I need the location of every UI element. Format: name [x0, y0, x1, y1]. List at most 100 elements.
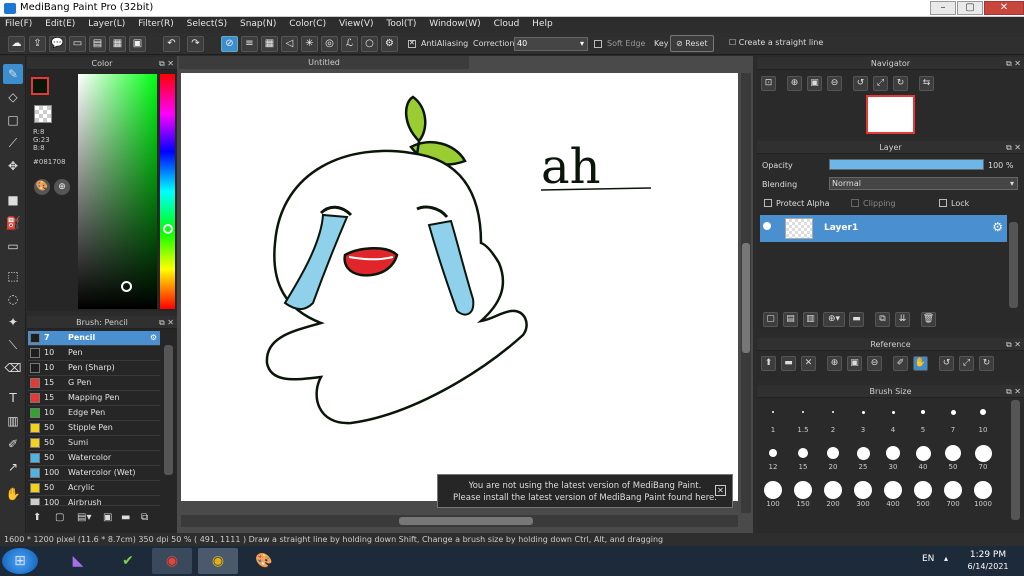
menu-filter[interactable]: Filter(R) [133, 17, 179, 29]
saturation-value-picker[interactable] [78, 74, 157, 309]
brush-item[interactable]: 50 Watercolor [28, 451, 160, 466]
menu-layer[interactable]: Layer(L) [83, 17, 130, 29]
layer-row[interactable]: Layer1 ⚙ [760, 215, 1007, 242]
protect-alpha-checkbox[interactable] [764, 199, 772, 207]
actual-size-icon[interactable]: ▣ [807, 76, 822, 91]
clipboard-app-icon[interactable]: ✔ [108, 548, 148, 574]
reference-zoom-in-icon[interactable]: ⊕ [827, 356, 842, 371]
lasso-tool-icon[interactable]: ◌ [3, 289, 23, 309]
brush-size-option[interactable] [827, 447, 839, 459]
straight-line-checkbox[interactable]: ☐ Create a straight line [724, 35, 828, 52]
undo-icon[interactable]: ↶ [163, 36, 180, 52]
gear-icon[interactable]: ⚙ [992, 220, 1003, 234]
antialiasing-checkbox[interactable] [408, 39, 416, 48]
zoom-out-icon[interactable]: ⊖ [827, 76, 842, 91]
panel-close-icon[interactable]: ⧉ ✕ [159, 57, 174, 70]
menu-window[interactable]: Window(W) [424, 17, 485, 29]
fit-window-icon[interactable]: ⤢ [873, 76, 888, 91]
operation-tool-icon[interactable]: ↗ [3, 457, 23, 477]
redo-icon[interactable]: ↷ [187, 36, 204, 52]
reference-rotate-right-icon[interactable]: ↻ [979, 356, 994, 371]
brush-item[interactable]: 50 Acrylic [28, 481, 160, 496]
curve-snap-icon[interactable]: ℒ [341, 36, 358, 52]
minimize-button[interactable]: – [930, 1, 956, 15]
sv-cursor[interactable] [121, 281, 132, 292]
panel-close-icon[interactable]: ⧉ ✕ [1006, 141, 1021, 154]
canvas-hscroll[interactable] [181, 515, 738, 527]
brush-size-option[interactable] [945, 445, 961, 461]
menu-snap[interactable]: Snap(N) [235, 17, 281, 29]
chrome-icon[interactable]: ◉ [152, 548, 192, 574]
open-reference-icon[interactable]: ▬ [781, 356, 796, 371]
blending-select[interactable]: Normal ▾ [829, 177, 1018, 190]
brush-size-option[interactable] [798, 448, 808, 458]
paint-icon[interactable]: 🎨 [244, 548, 284, 574]
softedge-checkbox[interactable] [594, 40, 602, 48]
brush-item[interactable]: 10 Edge Pen [28, 406, 160, 421]
new-layer-icon[interactable]: ▢ [763, 312, 778, 327]
reset-button[interactable]: ⊘ Reset [670, 35, 714, 52]
bucket-tool-icon[interactable]: ⛽ [3, 213, 23, 233]
medibang-icon[interactable]: ◉ [198, 548, 238, 574]
ring-snap-icon[interactable]: ○ [361, 36, 378, 52]
merge-layer-icon[interactable]: ⇊ [895, 312, 910, 327]
close-button[interactable]: ✕ [984, 1, 1024, 15]
brush-tool-icon[interactable]: ✎ [3, 64, 23, 84]
brush-item[interactable]: 50 Stipple Pen [28, 421, 160, 436]
folder-icon[interactable]: ▬ [849, 312, 864, 327]
brush-size-option[interactable] [950, 409, 956, 415]
close-icon[interactable]: ✕ [715, 485, 726, 496]
select-eraser-tool-icon[interactable]: ⌫ [3, 358, 23, 378]
brush-item[interactable]: 15 G Pen [28, 376, 160, 391]
brush-item[interactable]: 50 Sumi [28, 436, 160, 451]
brush-menu-icon[interactable]: ▤▾ [77, 512, 91, 523]
hue-cursor[interactable] [163, 224, 173, 234]
brush-size-option[interactable] [914, 481, 932, 499]
palette-icon[interactable]: 🎨 [34, 179, 50, 195]
brush-size-option[interactable] [794, 481, 812, 499]
share-icon[interactable]: ⇪ [29, 36, 46, 52]
move-tool-icon[interactable]: ✥ [3, 156, 23, 176]
brush-item[interactable]: 100 Watercolor (Wet) [28, 466, 160, 481]
duplicate-icon[interactable]: ⧉ [141, 512, 148, 523]
brush-size-option[interactable] [769, 449, 777, 457]
brush-item[interactable]: 100 Airbrush [28, 496, 160, 506]
correction-select[interactable]: 40 ▾ [514, 37, 588, 51]
hscroll-thumb[interactable] [399, 517, 533, 525]
layer-scrollbar[interactable] [1009, 222, 1018, 308]
language-indicator[interactable]: EN [922, 554, 934, 564]
brush-item[interactable]: 7 Pencil ⚙ [28, 331, 160, 346]
brush-size-option[interactable] [980, 409, 986, 415]
panel-close-icon[interactable]: ⧉ ✕ [1006, 57, 1021, 70]
vscroll-thumb[interactable] [742, 243, 750, 353]
brush-item[interactable]: 15 Mapping Pen [28, 391, 160, 406]
reference-zoom-out-icon[interactable]: ⊖ [867, 356, 882, 371]
hand-tool-icon[interactable]: ✋ [3, 484, 23, 504]
brush-size-option[interactable] [764, 481, 782, 499]
flip-icon[interactable]: ⇆ [919, 76, 934, 91]
grid-snap-icon[interactable]: ▦ [261, 36, 278, 52]
brush-size-option[interactable] [974, 481, 992, 499]
load-reference-icon[interactable]: ⬆ [761, 356, 776, 371]
menu-tool[interactable]: Tool(T) [381, 17, 421, 29]
brush-size-option[interactable] [886, 446, 900, 460]
brush-size-option[interactable] [772, 411, 774, 413]
divide-tool-icon[interactable]: ▥ [3, 411, 23, 431]
menu-color[interactable]: Color(C) [284, 17, 331, 29]
reference-rotate-left-icon[interactable]: ↺ [939, 356, 954, 371]
delete-layer-icon[interactable]: 🗑 [921, 312, 936, 327]
blur-tool-icon[interactable]: ⟋ [3, 133, 23, 153]
select-pen-tool-icon[interactable]: ⟍ [3, 335, 23, 355]
close-reference-icon[interactable]: ✕ [801, 356, 816, 371]
zoom-fit-icon[interactable]: ⊡ [761, 76, 776, 91]
snap-settings-icon[interactable]: ⚙ [381, 36, 398, 52]
fill-rect-tool-icon[interactable]: ■ [3, 190, 23, 210]
brush-size-option[interactable] [856, 446, 870, 460]
start-button[interactable]: ⊞ [2, 548, 38, 574]
panel-close-icon[interactable]: ⧉ ✕ [1006, 385, 1021, 398]
brush-size-option[interactable] [974, 444, 992, 462]
lock-checkbox[interactable] [939, 199, 947, 207]
copy-brush-icon[interactable]: ▣ [103, 512, 112, 523]
brush-size-option[interactable] [854, 481, 872, 499]
new-brush-icon[interactable]: ▢ [55, 512, 64, 523]
